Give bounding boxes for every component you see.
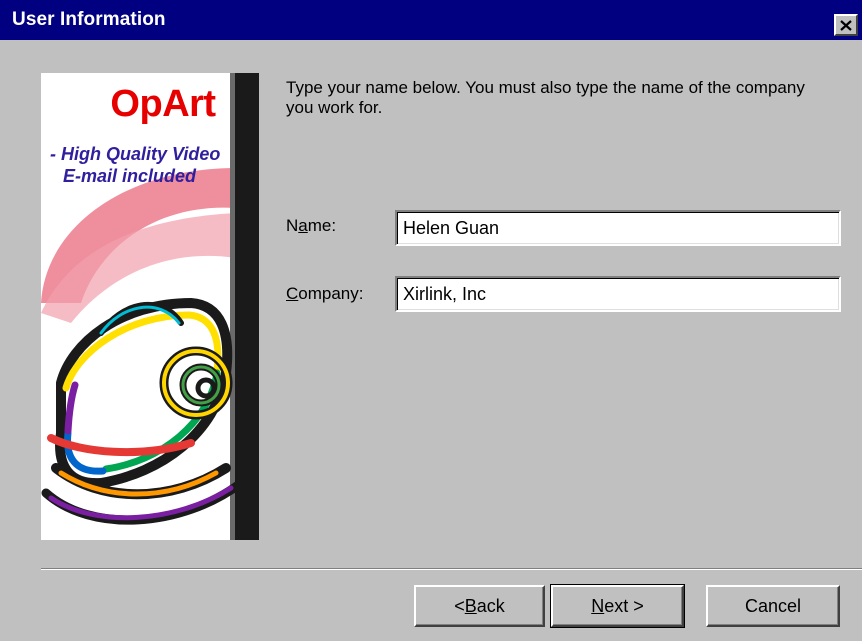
close-icon — [840, 19, 852, 31]
tagline-line-1: - High Quality Video — [50, 144, 221, 164]
back-button[interactable]: < Back — [414, 585, 545, 627]
company-label-accelerator: C — [286, 284, 299, 303]
name-label: Name: — [286, 216, 337, 235]
button-separator — [41, 568, 862, 570]
name-input[interactable] — [395, 210, 841, 246]
brand-logo: OpArt — [110, 83, 216, 125]
title-bar: User Information — [0, 0, 862, 40]
user-information-dialog: User Information OpArt - High Quality Vi… — [0, 0, 862, 641]
name-label-accelerator: a — [298, 216, 308, 235]
product-banner: OpArt - High Quality Video E-mail includ… — [41, 73, 259, 540]
instructions-text: Type your name below. You must also type… — [286, 78, 805, 117]
banner-tagline: - High Quality Video E-mail included — [50, 143, 220, 187]
company-input[interactable] — [395, 276, 841, 312]
company-label: Company: — [286, 284, 364, 303]
next-button[interactable]: Next > — [550, 584, 685, 628]
window-title: User Information — [12, 9, 166, 30]
close-button[interactable] — [834, 14, 858, 36]
cancel-button[interactable]: Cancel — [706, 585, 840, 627]
tagline-line-2: E-mail included — [63, 166, 197, 186]
